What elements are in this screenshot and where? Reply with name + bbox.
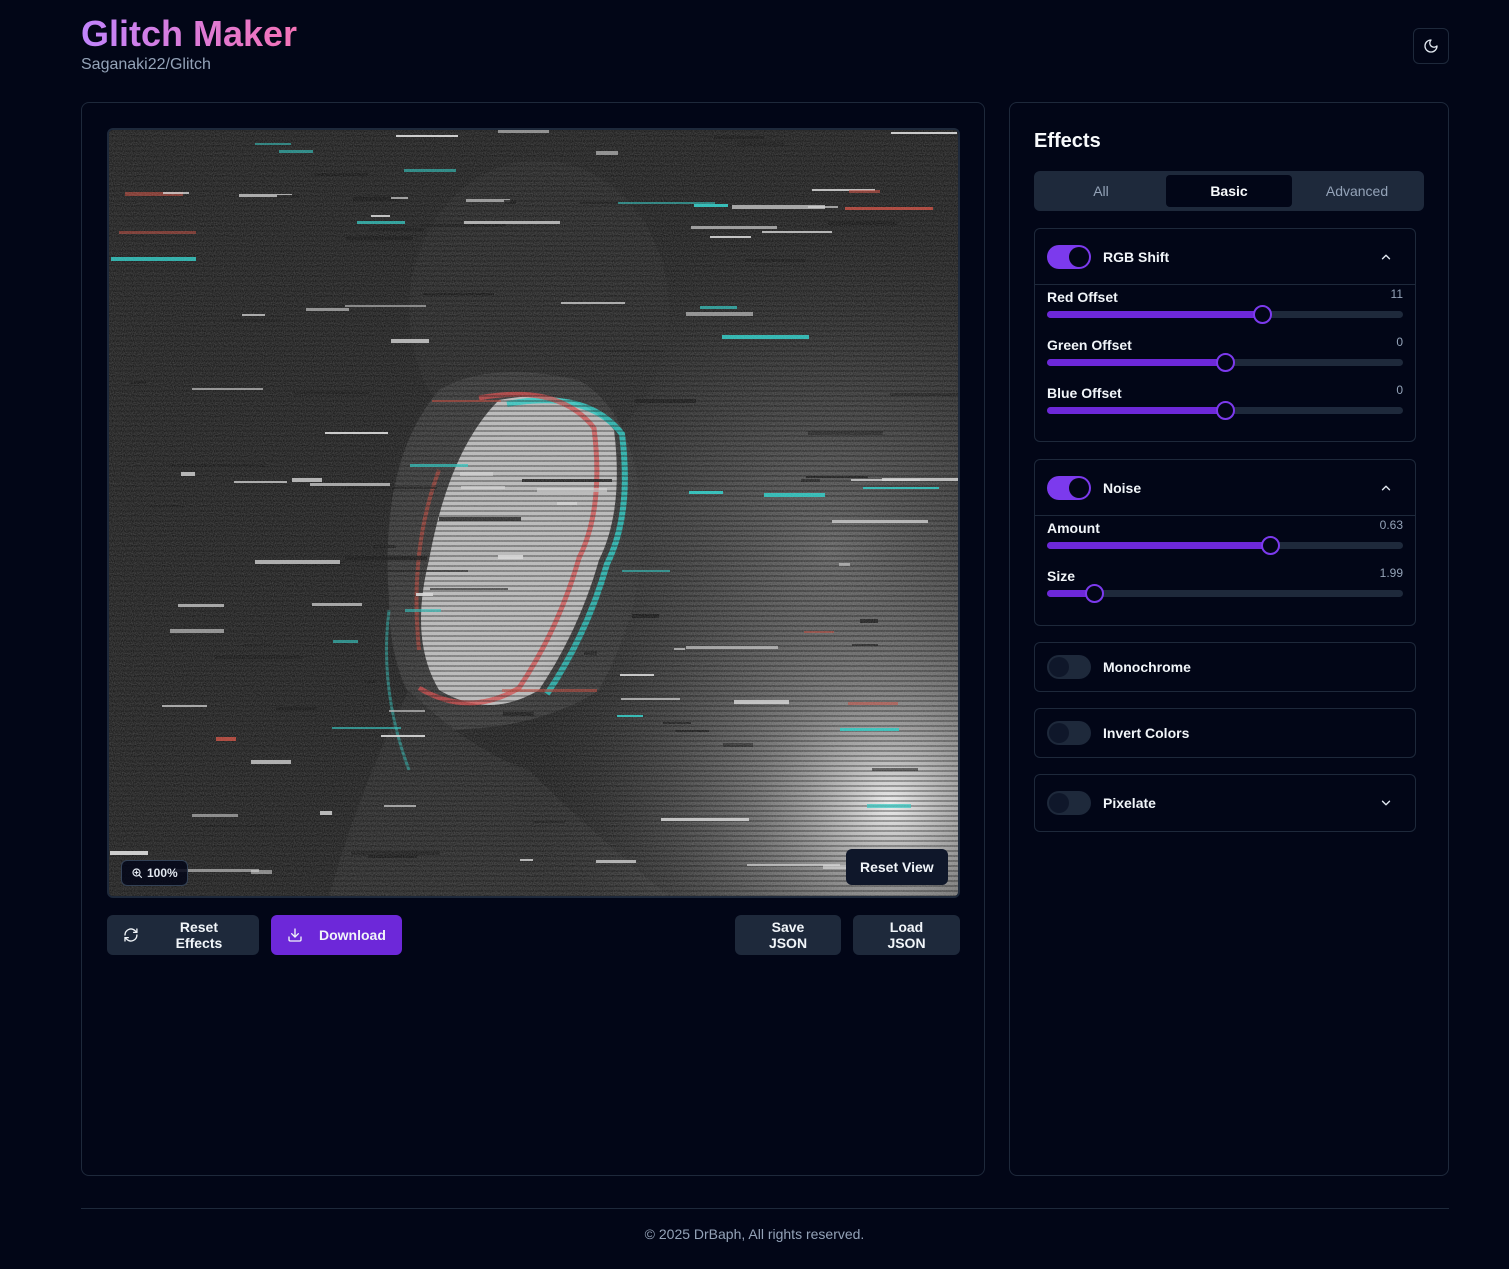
red-offset-value: 11 (1390, 287, 1403, 301)
app-header: Glitch Maker Saganaki22/Glitch (81, 14, 297, 74)
noise-amount-label: Amount (1047, 520, 1100, 536)
rgb-shift-header[interactable]: RGB Shift (1035, 229, 1415, 285)
effect-card-monochrome: Monochrome (1034, 642, 1416, 692)
chevron-down-icon[interactable] (1379, 796, 1393, 810)
invert-colors-toggle[interactable] (1047, 721, 1091, 745)
noise-size-thumb[interactable] (1085, 584, 1105, 603)
footer-divider (81, 1208, 1449, 1209)
effect-card-invert-colors: Invert Colors (1034, 708, 1416, 758)
noise-toggle[interactable] (1047, 475, 1091, 500)
reset-effects-label: Reset Effects (175, 919, 223, 951)
pixelate-toggle[interactable] (1047, 791, 1091, 815)
noise-size-value: 1.99 (1379, 566, 1403, 580)
theme-toggle-button[interactable] (1413, 28, 1449, 64)
noise-size-slider-row: Size 1.99 (1035, 566, 1415, 614)
glitch-preview-image (109, 130, 958, 896)
footer-copyright: © 2025 DrBaph, All rights reserved. (644, 1226, 865, 1242)
effects-tabs: All Basic Advanced (1034, 171, 1424, 211)
download-label: Download (319, 927, 386, 943)
rgb-shift-label: RGB Shift (1103, 248, 1170, 265)
tab-basic[interactable]: Basic (1166, 175, 1292, 207)
load-json-button[interactable]: Load JSON (853, 915, 960, 955)
monochrome-label: Monochrome (1103, 659, 1191, 675)
red-offset-thumb[interactable] (1253, 305, 1273, 324)
zoom-in-icon (132, 868, 143, 879)
noise-amount-slider-row: Amount 0.63 (1035, 518, 1415, 566)
app-subtitle: Saganaki22/Glitch (81, 56, 211, 73)
rgb-shift-toggle[interactable] (1047, 244, 1091, 269)
noise-label: Noise (1103, 479, 1142, 496)
green-offset-slider-row: Green Offset 0 (1035, 335, 1415, 383)
green-offset-slider[interactable] (1047, 353, 1403, 372)
noise-header[interactable]: Noise (1035, 460, 1415, 516)
glitch-canvas[interactable]: 100% Reset View (107, 128, 960, 898)
pixelate-header[interactable]: Pixelate (1035, 775, 1415, 831)
noise-size-label: Size (1047, 568, 1076, 584)
red-offset-label: Red Offset (1047, 289, 1118, 305)
preview-panel: 100% Reset View Reset Effects Download S… (81, 102, 985, 1176)
refresh-icon (124, 928, 138, 942)
pixelate-label: Pixelate (1103, 795, 1156, 811)
tab-all[interactable]: All (1038, 175, 1164, 207)
chevron-up-icon[interactable] (1379, 250, 1393, 264)
blue-offset-label: Blue Offset (1047, 385, 1122, 401)
blue-offset-value: 0 (1396, 383, 1403, 397)
moon-icon (1424, 39, 1438, 53)
blue-offset-slider-row: Blue Offset 0 (1035, 383, 1415, 431)
effect-card-rgb-shift: RGB Shift Red Offset 11 Green Offset 0 B… (1034, 228, 1416, 442)
blue-offset-slider[interactable] (1047, 401, 1403, 420)
green-offset-label: Green Offset (1047, 337, 1132, 353)
noise-amount-slider[interactable] (1047, 536, 1403, 555)
invert-colors-header[interactable]: Invert Colors (1035, 709, 1415, 757)
zoom-level: 100% (147, 866, 178, 880)
monochrome-toggle[interactable] (1047, 655, 1091, 679)
effects-title: Effects (1034, 130, 1101, 152)
red-offset-slider[interactable] (1047, 305, 1403, 324)
tab-advanced[interactable]: Advanced (1294, 175, 1420, 207)
effect-card-pixelate: Pixelate (1034, 774, 1416, 832)
save-json-button[interactable]: Save JSON (735, 915, 841, 955)
noise-amount-thumb[interactable] (1260, 536, 1280, 555)
download-icon (288, 928, 302, 942)
reset-effects-button[interactable]: Reset Effects (107, 915, 259, 955)
reset-view-button[interactable]: Reset View (846, 849, 948, 885)
effects-panel: Effects All Basic Advanced RGB Shift Red… (1009, 102, 1449, 1176)
download-button[interactable]: Download (271, 915, 402, 955)
blue-offset-thumb[interactable] (1216, 401, 1235, 420)
zoom-indicator: 100% (121, 860, 188, 886)
green-offset-value: 0 (1396, 335, 1403, 349)
noise-size-slider[interactable] (1047, 584, 1403, 603)
app-title: Glitch Maker (81, 13, 298, 54)
effect-card-noise: Noise Amount 0.63 Size 1.99 (1034, 459, 1416, 626)
invert-colors-label: Invert Colors (1103, 725, 1190, 741)
green-offset-thumb[interactable] (1216, 353, 1235, 372)
noise-amount-value: 0.63 (1379, 518, 1403, 532)
monochrome-header[interactable]: Monochrome (1035, 643, 1415, 691)
chevron-up-icon[interactable] (1379, 481, 1393, 495)
red-offset-slider-row: Red Offset 11 (1035, 287, 1415, 335)
